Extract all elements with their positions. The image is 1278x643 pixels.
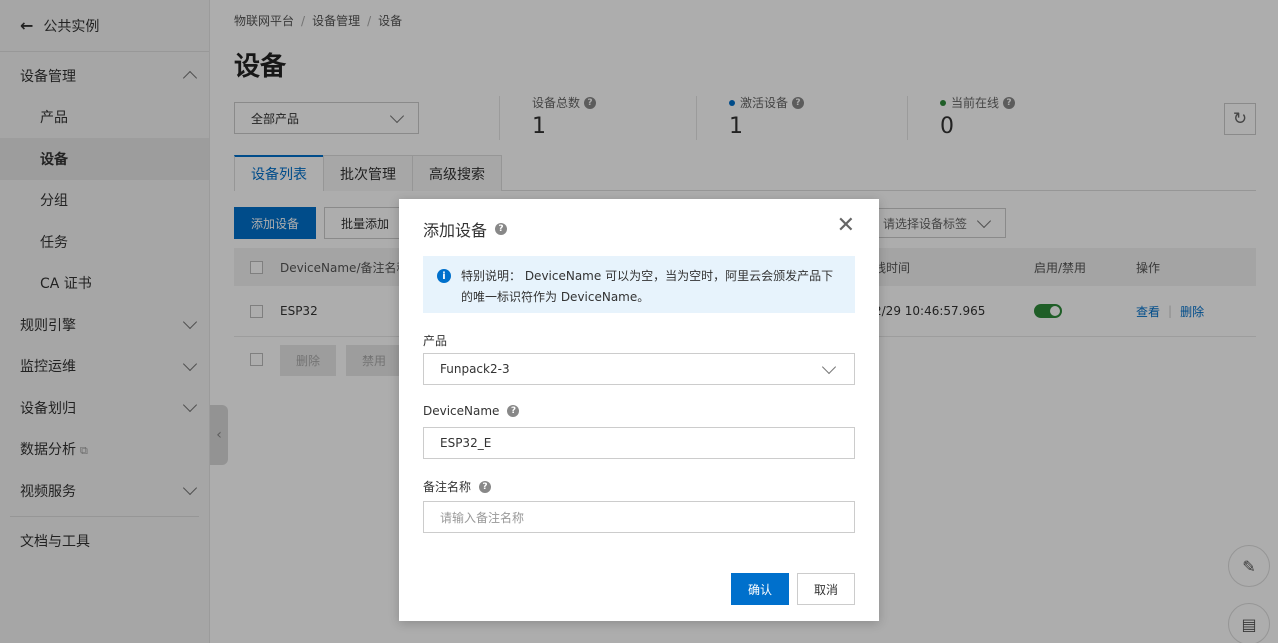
help-icon[interactable]: ?	[507, 405, 520, 417]
info-icon: i	[437, 269, 451, 283]
product-select[interactable]: Funpack2-3	[423, 353, 855, 385]
help-icon[interactable]: ?	[495, 223, 508, 235]
notice-text: 特别说明： DeviceName 可以为空，当为空时，阿里云会颁发产品下的唯一标…	[461, 269, 834, 304]
cancel-button[interactable]: 取消	[797, 573, 855, 605]
remark-label: 备注名称?	[423, 478, 492, 495]
close-button[interactable]: ✕	[837, 215, 855, 237]
add-device-dialog: 添加设备? ✕ i 特别说明： DeviceName 可以为空，当为空时，阿里云…	[399, 199, 879, 621]
notice-box: i 特别说明： DeviceName 可以为空，当为空时，阿里云会颁发产品下的唯…	[423, 256, 855, 313]
chevron-down-icon	[821, 359, 837, 374]
remark-placeholder: 请输入备注名称	[440, 510, 525, 525]
confirm-button[interactable]: 确认	[731, 573, 789, 605]
devicename-value: ESP32_E	[440, 436, 492, 450]
devicename-label: DeviceName?	[423, 404, 520, 418]
product-label: 产品	[423, 334, 448, 348]
devicename-input[interactable]: ESP32_E	[423, 427, 855, 459]
remark-input[interactable]: 请输入备注名称	[423, 501, 855, 533]
help-icon[interactable]: ?	[479, 480, 492, 493]
close-icon: ✕	[836, 213, 855, 238]
dialog-title: 添加设备?	[423, 217, 508, 241]
dialog-title-text: 添加设备	[423, 221, 488, 240]
product-select-value: Funpack2-3	[440, 362, 510, 376]
